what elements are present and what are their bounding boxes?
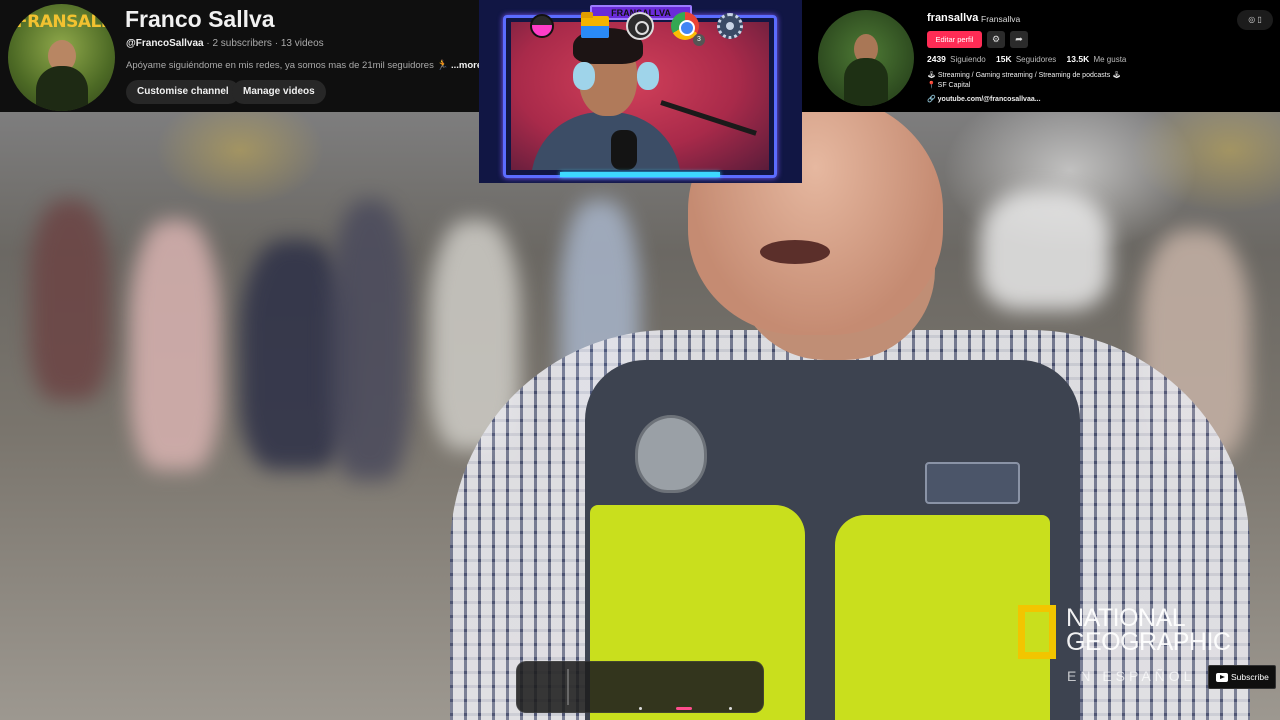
app-circle-icon — [530, 14, 554, 38]
avatar-body — [844, 58, 888, 106]
followers-stat[interactable]: 15K Seguidores — [995, 54, 1057, 64]
tiktok-nickname: Fransallva — [981, 14, 1021, 24]
crowd-figure — [980, 190, 1110, 310]
avatar-logo-text: FRANSALLVA — [16, 12, 115, 32]
settings-icon[interactable]: ⚙ — [987, 31, 1005, 48]
likes-stat: 13.5K Me gusta — [1066, 54, 1127, 64]
description-text: Apóyame siguiéndome en mis redes, ya som… — [126, 60, 451, 71]
mic-arm — [660, 100, 757, 136]
streamer-body — [531, 112, 681, 170]
youtube-play-icon — [1216, 673, 1228, 682]
likes-count: 13.5K — [1066, 54, 1090, 64]
webcam-video — [511, 22, 769, 170]
police-badge — [635, 415, 707, 493]
natgeo-subtitle: EN ESPAÑOL — [1067, 668, 1196, 684]
natgeo-line1: NATIONAL — [1066, 604, 1186, 632]
vest-patch — [925, 462, 1020, 504]
subscribe-label: Subscribe — [1231, 672, 1269, 682]
followers-label: Seguidores — [1015, 55, 1057, 64]
followers-count: 15K — [995, 54, 1012, 64]
dock-settings-icon[interactable] — [712, 8, 748, 44]
dock-files-icon[interactable] — [577, 8, 613, 44]
following-label: Siguiendo — [950, 55, 986, 64]
folder-icon — [581, 12, 609, 38]
likes-label: Me gusta — [1093, 55, 1127, 64]
natgeo-logo-icon — [1018, 605, 1056, 659]
dock-app-circle-icon[interactable] — [524, 8, 560, 44]
edit-profile-button[interactable]: Editar perfil — [927, 31, 982, 48]
dock-chrome-icon[interactable]: 3 — [667, 8, 705, 46]
tiktok-bio-link[interactable]: 🔗 youtube.com/@francosallvaa... — [927, 95, 1041, 103]
active-indicator — [676, 707, 692, 710]
webcam-accent-strip — [560, 172, 720, 177]
following-stat[interactable]: 2439 Siguiendo — [927, 54, 986, 64]
channel-description: Apóyame siguiéndome en mis redes, ya som… — [126, 60, 482, 71]
running-indicator — [639, 707, 642, 710]
dock-separator — [567, 669, 569, 705]
window-count-badge: 3 — [693, 34, 705, 46]
natgeo-watermark: NATIONAL GEOGRAPHIC — [1066, 604, 1231, 656]
man-mouth — [760, 240, 830, 264]
tiktok-avatar[interactable] — [818, 10, 914, 106]
bio-location: 📍 SF Capital — [927, 82, 971, 89]
bio-line: 🕹 Streaming / Gaming streaming / Streami… — [927, 72, 1122, 79]
crowd-figure — [130, 220, 220, 470]
dock — [516, 661, 764, 713]
tiktok-stats: 2439 Siguiendo 15K Seguidores 13.5K Me g… — [927, 54, 1134, 64]
channel-stats: · 2 subscribers · 13 videos — [203, 38, 324, 49]
customise-channel-button[interactable]: Customise channel — [126, 80, 240, 104]
toggle-icons[interactable]: ◎ ▯ — [1237, 10, 1273, 30]
dock-obs-icon[interactable] — [622, 8, 658, 44]
headphone-icon — [573, 62, 595, 90]
tiktok-username: fransallva — [927, 12, 979, 24]
gear-icon — [717, 13, 743, 39]
tiktok-bio: 🕹 Streaming / Gaming streaming / Streami… — [927, 71, 1121, 91]
manage-videos-button[interactable]: Manage videos — [232, 80, 326, 104]
subscribe-button[interactable]: Subscribe — [1208, 665, 1276, 689]
crowd-figure — [330, 200, 410, 480]
running-indicator — [729, 707, 732, 710]
youtube-avatar[interactable]: FRANSALLVA — [8, 4, 115, 111]
obs-icon — [626, 12, 654, 40]
channel-name: Franco Sallva — [125, 6, 275, 32]
youtube-channel-header: FRANSALLVA Franco Sallva @FrancoSallvaa … — [0, 0, 482, 112]
channel-handle: @FrancoSallvaa — [126, 38, 204, 49]
microphone-icon — [611, 130, 637, 170]
following-count: 2439 — [927, 54, 946, 64]
share-icon[interactable]: ➦ — [1010, 31, 1028, 48]
natgeo-line2: GEOGRAPHIC — [1066, 628, 1231, 656]
channel-meta: @FrancoSallvaa · 2 subscribers · 13 vide… — [126, 38, 324, 49]
more-link[interactable]: ...more — [451, 60, 482, 71]
crowd-figure — [30, 200, 110, 400]
avatar-body — [36, 66, 88, 111]
headphone-icon — [637, 62, 659, 90]
